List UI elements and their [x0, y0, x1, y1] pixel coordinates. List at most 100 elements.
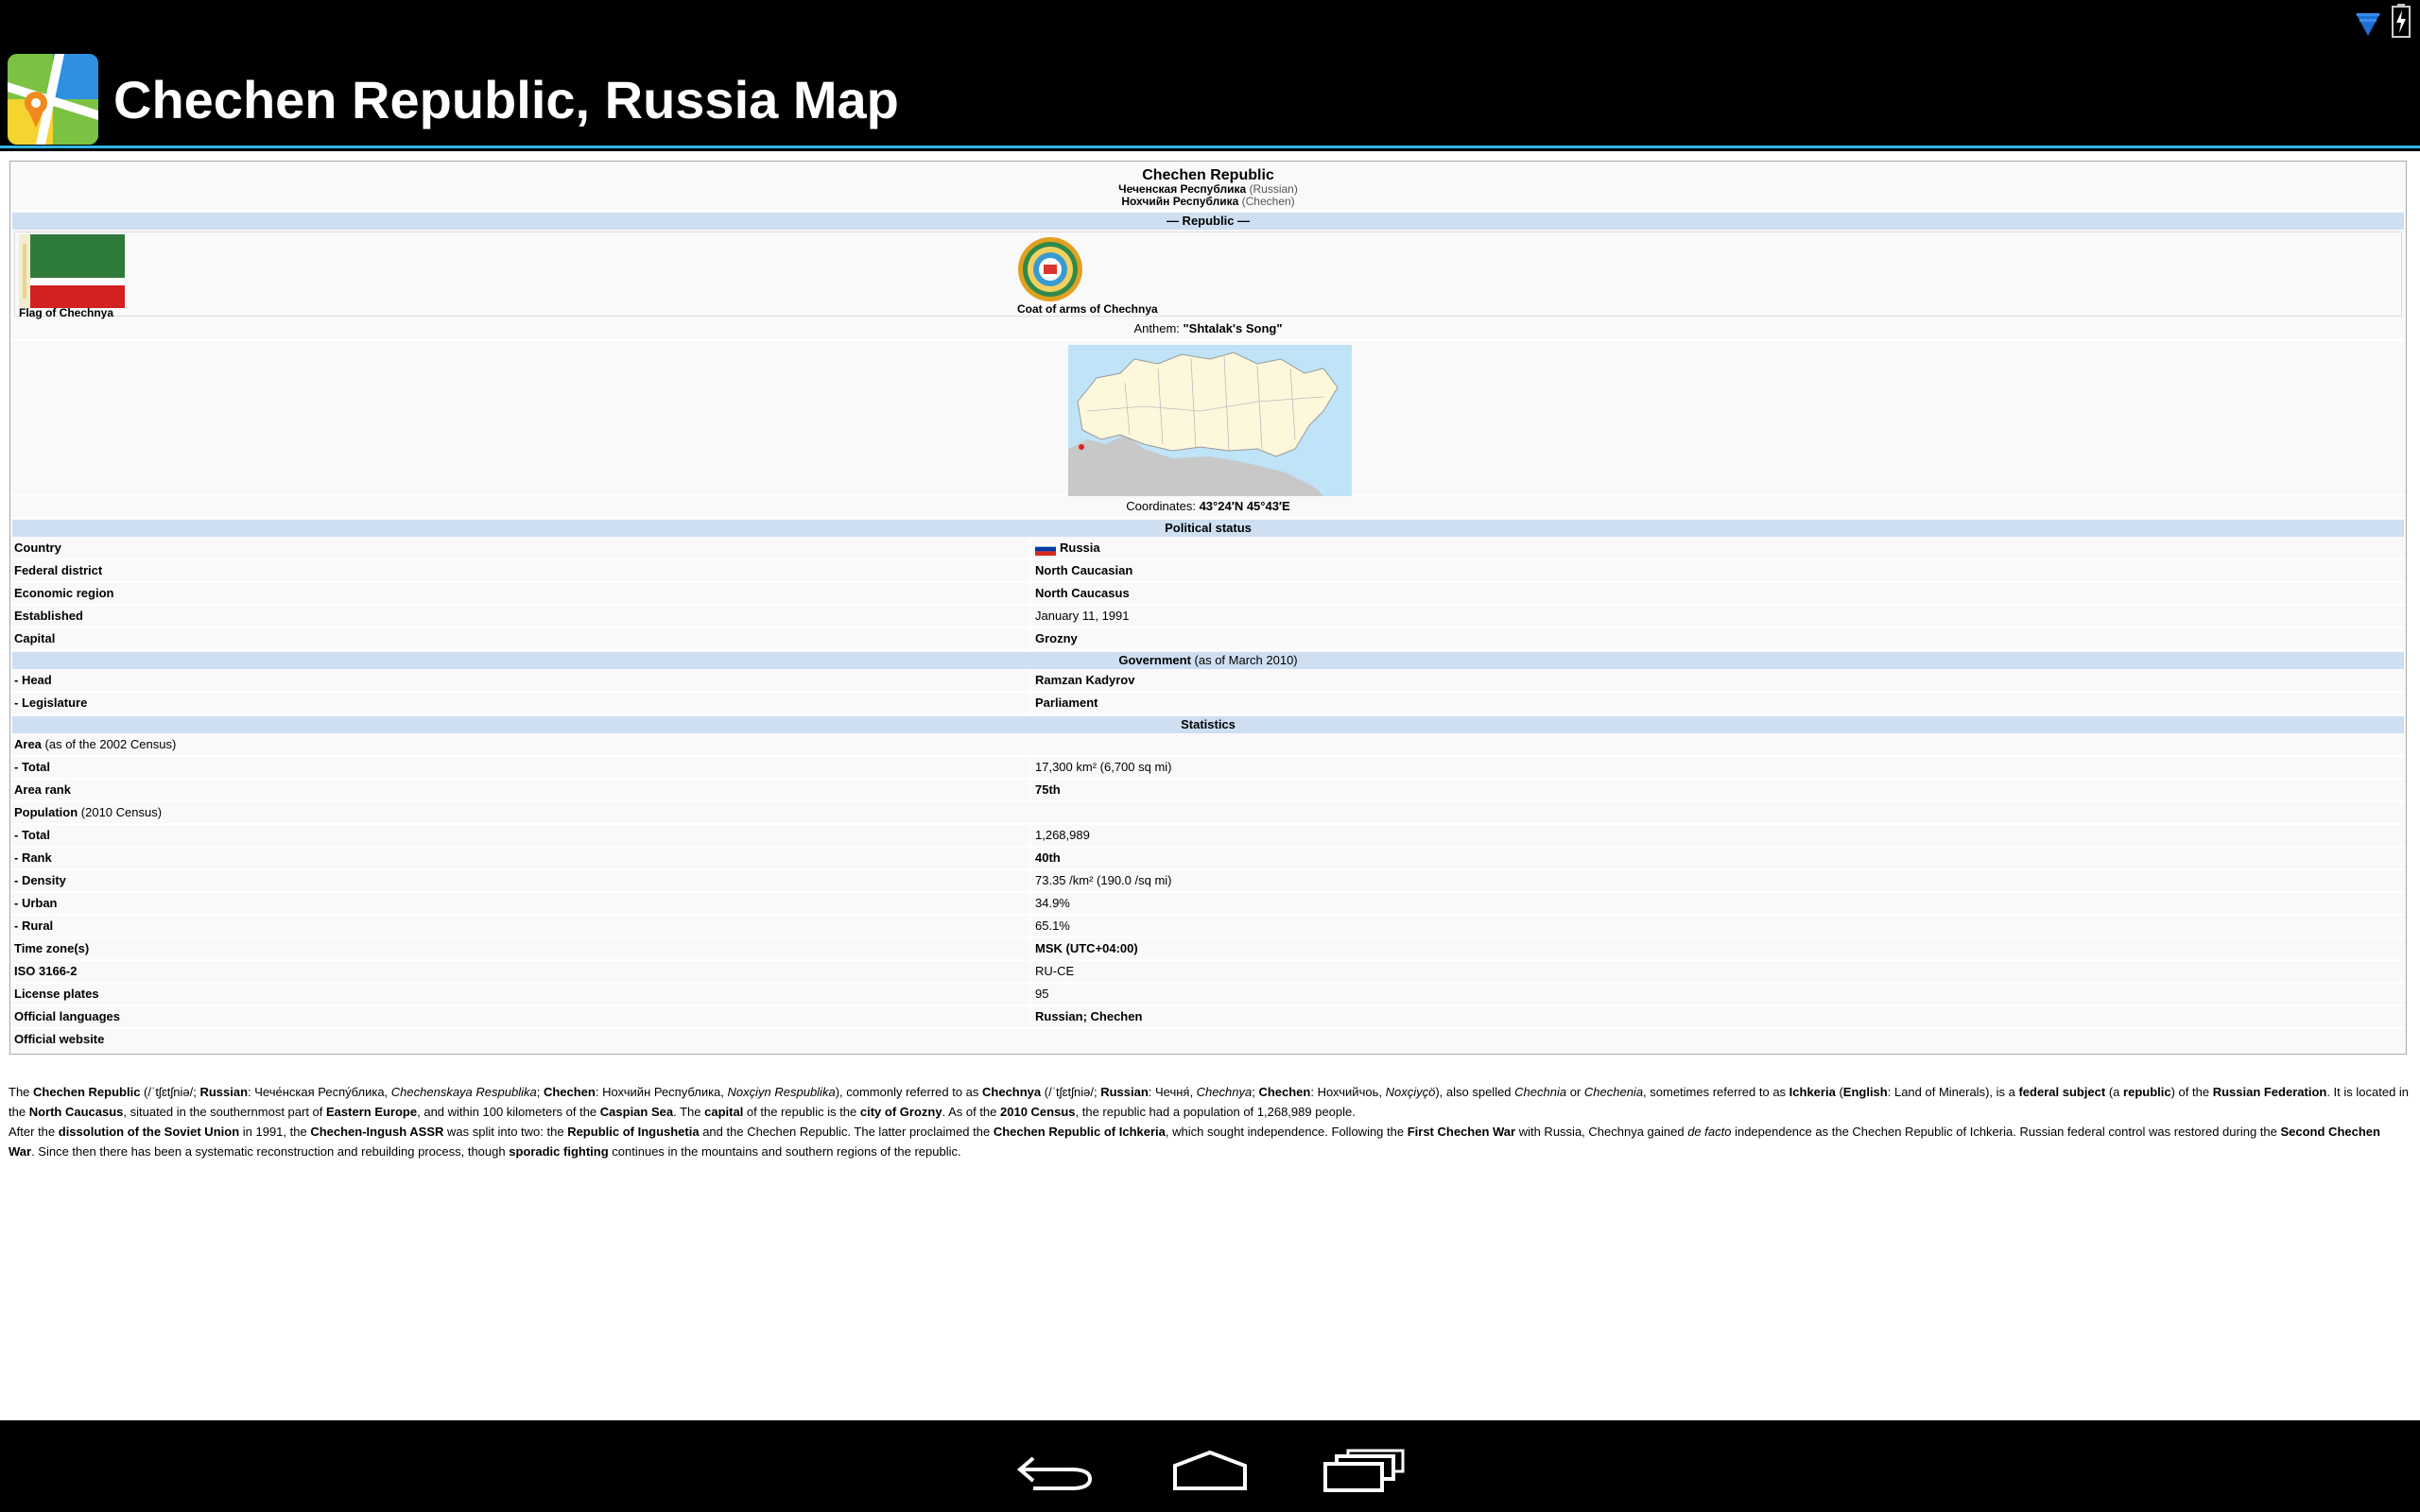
link[interactable]: Ichkeria	[1789, 1085, 1836, 1099]
text: After the	[9, 1125, 59, 1139]
row-time-zone: Time zone(s) MSK (UTC+04:00)	[10, 938, 2406, 961]
row-value: 95	[1035, 987, 1049, 1001]
web-content[interactable]: Chechen Republic Чеченская Республика ( R…	[0, 151, 2420, 1420]
text: . The	[673, 1105, 705, 1119]
link[interactable]: dissolution of the Soviet Union	[59, 1125, 239, 1139]
link[interactable]: North Caucasus	[29, 1105, 124, 1119]
row-value: 1,268,989	[1035, 828, 1090, 842]
infobox-name-russian: Чеченская Республика	[1118, 182, 1247, 196]
row-legislature: - Legislature Parliament	[10, 693, 2406, 715]
population-note: (2010 Census)	[78, 805, 163, 819]
row-value[interactable]: North Caucasus	[1031, 583, 2406, 604]
row-label: Established	[10, 606, 1031, 627]
row-value[interactable]: Parliament	[1031, 693, 2406, 713]
row-value[interactable]: Russian; Chechen	[1031, 1006, 2406, 1027]
text: was split into two: the	[443, 1125, 568, 1139]
row-area: Area (as of the 2002 Census)	[10, 734, 2406, 757]
text: Noxçiyn Respublika	[727, 1085, 836, 1099]
link[interactable]: Chechen	[544, 1085, 596, 1099]
row-label: Capital	[10, 628, 1031, 649]
row-value[interactable]: North Caucasian	[1031, 560, 2406, 581]
link[interactable]: Chechnya	[982, 1085, 1041, 1099]
text: Chechnya	[1196, 1085, 1253, 1099]
coat-of-arms-image[interactable]	[1017, 236, 1083, 302]
row-label: - Total	[10, 825, 1031, 846]
link[interactable]: 2010 Census	[1000, 1105, 1076, 1119]
link[interactable]: Russian Federation	[2213, 1085, 2327, 1099]
row-value: RU-CE	[1035, 964, 1075, 978]
text: de facto	[1687, 1125, 1732, 1139]
text: and the Chechen Republic. The latter pro…	[699, 1125, 994, 1139]
country-link[interactable]: Russia	[1060, 541, 1100, 555]
row-label: Area rank	[10, 780, 1031, 800]
article-text: The Chechen Republic (/ˈtʃɛtʃniə/; Russi…	[9, 1082, 2410, 1161]
home-icon[interactable]	[1167, 1449, 1253, 1492]
row-label: Time zone(s)	[10, 938, 1031, 959]
link[interactable]: First Chechen War	[1408, 1125, 1515, 1139]
population-label: Population	[14, 805, 78, 819]
text: independence as the Chechen Republic of …	[1731, 1125, 2281, 1139]
link[interactable]: city of Grozny	[860, 1105, 942, 1119]
infobox-title: Chechen Republic Чеченская Республика (R…	[10, 167, 2406, 208]
link[interactable]: republic	[2123, 1085, 2171, 1099]
row-value: 75th	[1035, 782, 1061, 797]
government-header: Government (as of March 2010)	[12, 652, 2404, 669]
link[interactable]: Chechen-Ingush ASSR	[310, 1125, 443, 1139]
app-map-icon[interactable]	[8, 54, 98, 145]
row-country: Country Russia	[10, 538, 2406, 560]
link[interactable]: English	[1843, 1085, 1888, 1099]
location-map-image[interactable]	[1068, 345, 1352, 496]
link[interactable]: Russian	[199, 1085, 248, 1099]
link[interactable]: Chechen Republic of Ichkeria	[994, 1125, 1166, 1139]
text: . As of the	[942, 1105, 1001, 1119]
row-value[interactable]: MSK (UTC+04:00)	[1031, 938, 2406, 959]
russia-flag-icon	[1034, 541, 1057, 556]
link[interactable]: Caspian Sea	[600, 1105, 673, 1119]
back-icon[interactable]	[1014, 1449, 1099, 1492]
infobox: Chechen Republic Чеченская Республика (R…	[9, 161, 2407, 1055]
link[interactable]: Chechen Republic	[33, 1085, 140, 1099]
link[interactable]: Russian	[1100, 1085, 1149, 1099]
link[interactable]: Republic of Ingushetia	[567, 1125, 699, 1139]
text: (a	[2105, 1085, 2124, 1099]
anthem: Anthem: "Shtalak's Song"	[10, 320, 2406, 337]
row-value[interactable]: Grozny	[1031, 628, 2406, 649]
flag-of-chechnya-image[interactable]	[19, 234, 125, 308]
text: continues in the mountains and southern …	[608, 1144, 961, 1159]
row-population-urban: - Urban 34.9%	[10, 893, 2406, 916]
area-label: Area	[14, 737, 42, 751]
link[interactable]: capital	[704, 1105, 743, 1119]
chechen-lang-note: (Chechen)	[1241, 195, 1295, 208]
row-label: - Rural	[10, 916, 1031, 936]
link[interactable]: Eastern Europe	[326, 1105, 417, 1119]
link[interactable]: Chechen	[1258, 1085, 1310, 1099]
row-license-plates: License plates 95	[10, 984, 2406, 1006]
link[interactable]: federal subject	[2018, 1085, 2105, 1099]
row-head: - Head Ramzan Kadyrov	[10, 670, 2406, 693]
coordinates-value[interactable]: 43°24′N 45°43′E	[1200, 499, 1290, 513]
text: : Land of Minerals), is a	[1887, 1085, 2019, 1099]
row-established: Established January 11, 1991	[10, 606, 2406, 628]
infobox-name: Chechen Republic	[1142, 167, 1274, 183]
anthem-label: Anthem:	[1133, 321, 1184, 335]
row-value: January 11, 1991	[1035, 609, 1130, 623]
article-paragraph-1: The Chechen Republic (/ˈtʃɛtʃniə/; Russi…	[9, 1082, 2410, 1122]
text: , and within 100 kilometers of the	[417, 1105, 600, 1119]
coordinates-label: Coordinates:	[1126, 499, 1200, 513]
action-bar-divider	[0, 146, 2420, 148]
status-bar	[0, 0, 2420, 47]
text: , sometimes referred to as	[1643, 1085, 1789, 1099]
text: Chechenia	[1583, 1085, 1644, 1099]
text: ), also spelled	[1435, 1085, 1515, 1099]
link[interactable]: sporadic fighting	[509, 1144, 608, 1159]
flag-caption: Flag of Chechnya	[19, 306, 114, 319]
statistics-header: Statistics	[12, 716, 2404, 733]
recent-apps-icon[interactable]	[1322, 1449, 1407, 1492]
area-note: (as of the 2002 Census)	[41, 737, 177, 751]
row-value[interactable]: Ramzan Kadyrov	[1031, 670, 2406, 691]
text: Chechnia	[1514, 1085, 1567, 1099]
text: (	[1835, 1085, 1843, 1099]
row-label: Population (2010 Census)	[10, 802, 2406, 823]
row-population-total: - Total 1,268,989	[10, 825, 2406, 848]
app-title: Chechen Republic, Russia Map	[113, 70, 899, 129]
